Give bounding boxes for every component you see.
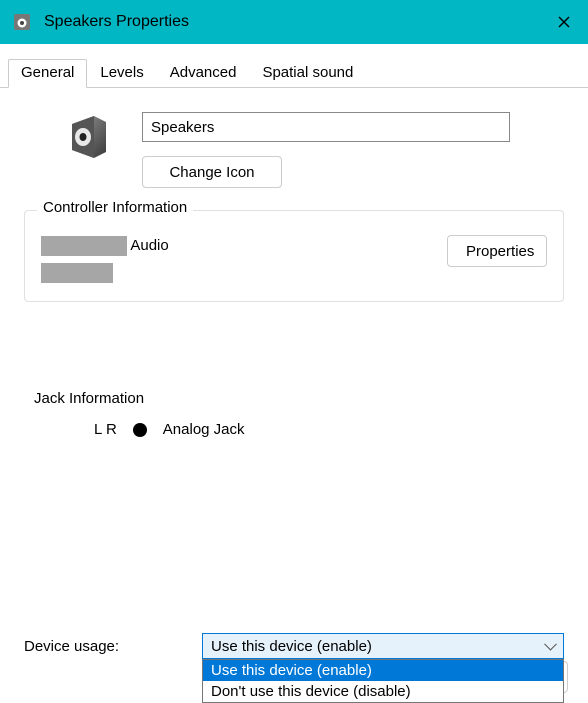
device-name-input[interactable]	[142, 112, 510, 142]
speaker-icon	[64, 112, 112, 160]
controller-name: Audio	[41, 235, 169, 283]
device-usage-dropdown: Use this device (enable) Don't use this …	[202, 659, 564, 703]
redacted-text	[41, 263, 113, 283]
device-header: Change Icon	[24, 112, 564, 188]
tab-advanced[interactable]: Advanced	[157, 59, 250, 88]
device-usage-selected-value: Use this device (enable)	[211, 638, 372, 655]
tab-strip: General Levels Advanced Spatial sound	[0, 50, 588, 88]
jack-row: L R Analog Jack	[24, 421, 564, 438]
usage-option-disable[interactable]: Don't use this device (disable)	[203, 681, 563, 702]
redacted-text	[41, 236, 127, 256]
controller-properties-button[interactable]: Properties	[447, 235, 547, 267]
controller-info-group: Controller Information Audio Properties	[24, 210, 564, 302]
close-button[interactable]	[540, 0, 588, 44]
app-icon	[12, 12, 32, 32]
change-icon-button[interactable]: Change Icon	[142, 156, 282, 188]
controller-name-suffix: Audio	[130, 237, 168, 254]
device-usage-select[interactable]: Use this device (enable)	[202, 633, 564, 659]
general-panel: Change Icon Controller Information Audio…	[0, 88, 588, 438]
jack-color-dot	[133, 423, 147, 437]
jack-lr-label: L R	[94, 421, 117, 438]
title-bar: Speakers Properties	[0, 0, 588, 44]
jack-info-section: Jack Information L R Analog Jack	[24, 390, 564, 438]
tab-spatial-sound[interactable]: Spatial sound	[249, 59, 366, 88]
device-usage-select-wrap: Use this device (enable) Use this device…	[202, 633, 564, 659]
window-title: Speakers Properties	[44, 13, 189, 31]
controller-info-label: Controller Information	[37, 199, 193, 216]
tab-general[interactable]: General	[8, 59, 87, 88]
tab-levels[interactable]: Levels	[87, 59, 156, 88]
usage-option-enable[interactable]: Use this device (enable)	[203, 660, 563, 681]
device-usage-label: Device usage:	[24, 638, 164, 655]
jack-description: Analog Jack	[163, 421, 245, 438]
device-usage-row: Device usage: Use this device (enable) U…	[24, 633, 564, 659]
jack-info-label: Jack Information	[24, 390, 564, 407]
device-fields: Change Icon	[142, 112, 564, 188]
